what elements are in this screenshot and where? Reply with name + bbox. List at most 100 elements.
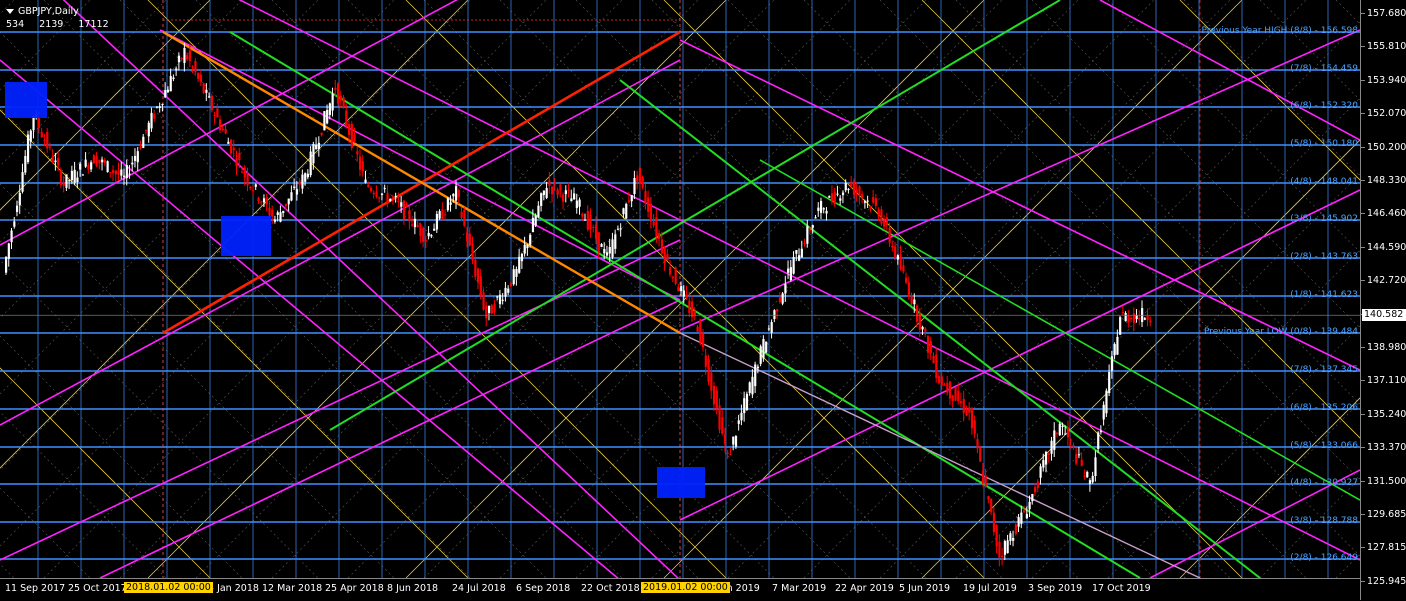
price-candle [331, 93, 334, 111]
price-candle [819, 200, 823, 213]
price-candle [1088, 480, 1092, 484]
gann-level-label: (1/8) - 141.623 [1290, 290, 1358, 300]
gann-box-marker[interactable] [657, 467, 705, 498]
price-candle [712, 386, 716, 405]
price-candle [260, 201, 263, 203]
price-candle [512, 269, 515, 285]
price-candle [663, 247, 666, 264]
gann-grid-diagonal [1179, 397, 1360, 578]
price-candle [800, 248, 803, 258]
gann-fan-grid-line [1335, 553, 1360, 578]
price-candle [279, 212, 282, 222]
price-candle [444, 214, 447, 216]
price-candle [243, 167, 246, 178]
price-candle [603, 248, 606, 254]
gann-box-marker[interactable] [221, 216, 271, 256]
price-candle [1055, 432, 1059, 434]
price-candle [559, 184, 562, 191]
price-candle [830, 193, 834, 202]
gann-grid-diagonal [1179, 0, 1360, 181]
price-candle [940, 376, 943, 386]
price-candle [290, 192, 293, 201]
triangle-down-icon[interactable] [6, 9, 14, 14]
price-candle [1146, 315, 1149, 321]
price-candle [372, 192, 375, 195]
price-tick-label: 129.685 [1360, 509, 1406, 520]
price-candle [1061, 425, 1064, 427]
price-candle [501, 299, 504, 301]
price-candle [92, 155, 96, 164]
gann-level-label: (6/8) - 152.320 [1290, 101, 1358, 111]
price-candle [1099, 430, 1103, 433]
price-candle [438, 211, 441, 219]
price-candle [784, 284, 787, 294]
price-candle [691, 301, 694, 318]
price-candle [1105, 390, 1108, 414]
date-tick-label: 25 Apr 2018 [325, 583, 384, 594]
price-candle [1119, 317, 1122, 335]
price-candle [597, 232, 600, 251]
price-candle [803, 243, 806, 245]
price-candle [932, 355, 935, 364]
price-candle [707, 359, 710, 382]
price-candle [704, 355, 707, 367]
price-candle [734, 436, 738, 447]
price-candle [861, 193, 864, 198]
price-candle [153, 114, 156, 119]
price-candle [304, 173, 307, 182]
price-candle [638, 167, 642, 184]
price-candle [789, 267, 792, 281]
price-candle [759, 346, 762, 364]
price-candle [122, 175, 126, 177]
price-candle [194, 61, 197, 73]
price-candle [990, 498, 993, 513]
price-candle [1124, 313, 1127, 322]
price-tick-label: 153.940 [1360, 74, 1406, 86]
price-candle [973, 420, 976, 434]
price-candle [948, 381, 952, 399]
date-crosshair-label: 2019.01.02 00:00 [641, 582, 730, 593]
price-candle [232, 148, 235, 151]
price-candle [1143, 318, 1146, 320]
gann-box-marker[interactable] [5, 82, 47, 118]
price-candle [839, 198, 842, 201]
price-candle [1094, 457, 1097, 477]
price-candle [224, 128, 227, 134]
price-candle [685, 294, 688, 298]
price-candle [625, 203, 628, 219]
price-candle [992, 512, 996, 533]
price-candle [1014, 524, 1017, 534]
price-candle [452, 193, 455, 197]
price-candle [120, 169, 123, 176]
price-candle [213, 114, 216, 116]
price-candle [721, 417, 724, 434]
price-candle [880, 209, 883, 224]
price-candle [301, 174, 304, 189]
price-candle [150, 112, 153, 129]
price-candle [562, 194, 565, 202]
price-candle [1121, 311, 1125, 314]
price-candle [814, 217, 817, 219]
time-axis[interactable]: 11 Sep 2017 25 Oct 2017 5 Jan 2018 12 Mar 2… [0, 578, 1360, 601]
gann-fan-grid-line [1183, 0, 1360, 177]
price-tick-label: 137.110 [1360, 375, 1406, 387]
price-tick-label: 131.500 [1360, 475, 1406, 487]
price-candle [737, 420, 740, 424]
price-candle [493, 304, 496, 313]
price-candle [1066, 427, 1070, 438]
price-candle [79, 163, 82, 170]
price-axis[interactable]: 157.680 155.810 153.940 152.070 150.200 148.3… [1360, 0, 1406, 600]
price-candle [1047, 453, 1050, 456]
price-candle [435, 214, 439, 230]
price-candle [570, 198, 573, 202]
price-candle [1077, 454, 1081, 456]
counter-value: 2139 [39, 19, 64, 30]
chart-area[interactable]: GBPJPY,Daily 534 2139 17112 Previous Yea… [0, 0, 1360, 578]
price-candle [197, 73, 200, 79]
price-candle [40, 132, 43, 138]
price-candle [81, 174, 85, 176]
price-candle [1080, 459, 1083, 466]
price-candle [1017, 517, 1020, 527]
counters-row: 534 2139 17112 [6, 18, 121, 31]
gann-level-label: (6/8) - 135.206 [1290, 403, 1358, 413]
